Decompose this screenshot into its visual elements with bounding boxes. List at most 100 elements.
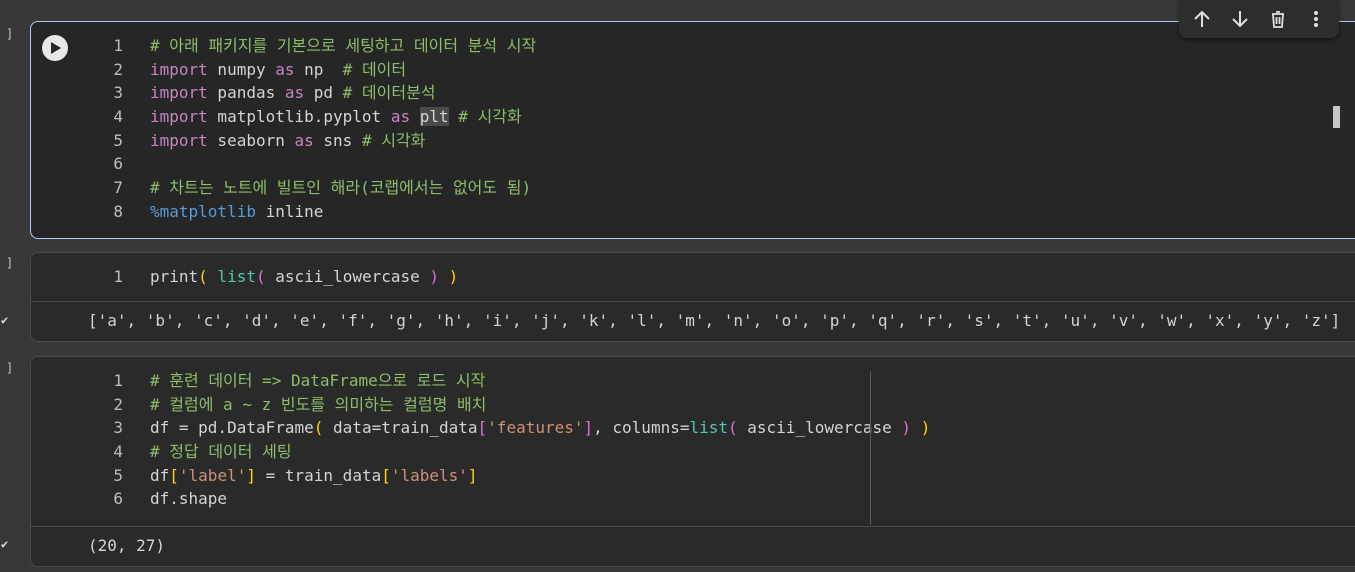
code-token: # 시각화 — [361, 130, 426, 150]
cell-output: (20, 27) — [31, 526, 1355, 568]
line-source: # 컬럼에 a ~ z 빈도를 의미하는 컬럼명 배치 — [150, 393, 486, 417]
code-token: as — [390, 107, 411, 127]
code-token: import — [150, 83, 208, 103]
arrow-down-icon — [1232, 11, 1248, 28]
line-source: df['label'] = train_data['labels'] — [150, 464, 478, 488]
code-token: 'features' — [487, 418, 584, 438]
line-source: # 정답 데이터 세팅 — [150, 440, 292, 464]
code-token: numpy — [207, 59, 276, 79]
code-token: [ — [169, 465, 179, 485]
code-token: pd — [304, 83, 343, 103]
code-token: # 시각화 — [458, 107, 522, 127]
code-token: sns — [313, 130, 362, 150]
line-number: 4 — [113, 107, 123, 127]
more-actions-button[interactable] — [1302, 5, 1330, 33]
code-token: inline — [255, 201, 324, 221]
cell-3-execution-bracket: ] — [6, 361, 14, 375]
code-token: %matplotlib — [150, 201, 256, 221]
code-token: # 훈련 데이터 => DataFrame으로 로드 시작 — [150, 371, 486, 390]
move-cell-up-button[interactable] — [1188, 5, 1216, 33]
line-number: 5 — [113, 130, 123, 150]
line-source: import pandas as pd # 데이터분석 — [150, 81, 436, 105]
code-token: 'labels' — [390, 465, 468, 485]
code-token: ] — [583, 418, 594, 438]
code-token: data=train_data — [323, 418, 478, 438]
code-token: ] — [246, 465, 256, 485]
code-token: # 데이터분석 — [342, 83, 436, 103]
line-number: 6 — [113, 489, 123, 509]
line-number: 7 — [113, 178, 123, 198]
line-source: # 훈련 데이터 => DataFrame으로 로드 시작 — [150, 369, 485, 393]
line-number: 2 — [113, 59, 123, 79]
move-cell-down-button[interactable] — [1226, 5, 1254, 33]
code-token: ( — [728, 418, 738, 438]
play-icon — [51, 42, 61, 54]
code-token: as — [284, 83, 305, 103]
line-number: 8 — [113, 201, 123, 221]
code-token: list — [689, 418, 728, 438]
code-token: seaborn — [207, 130, 295, 150]
code-token: matplotlib.pyplot — [207, 107, 391, 127]
line-number: 3 — [113, 83, 123, 103]
code-token: = train_data — [255, 465, 382, 485]
line-source: df = pd.DataFrame( data=train_data['feat… — [150, 416, 930, 440]
line-number: 5 — [113, 465, 123, 485]
cell-toolbar — [1179, 0, 1339, 38]
code-token: ] — [467, 465, 478, 485]
code-cell-2[interactable]: 1 print( list( ascii_lowercase ) ) ['a', … — [30, 252, 1355, 342]
code-token: print — [150, 267, 199, 286]
code-token: df.shape — [150, 489, 228, 509]
code-token: plt — [419, 107, 449, 127]
code-token: ( — [313, 418, 324, 438]
line-number: 4 — [113, 442, 123, 462]
run-cell-button[interactable] — [42, 35, 68, 61]
cell-output: ['a', 'b', 'c', 'd', 'e', 'f', 'g', 'h',… — [31, 301, 1355, 343]
line-source: print( list( ascii_lowercase ) ) — [150, 265, 458, 289]
code-token: ) — [429, 267, 440, 286]
line-number: 6 — [113, 154, 123, 174]
code-token: ) — [920, 418, 931, 438]
cell-1-execution-bracket: ] — [6, 27, 14, 41]
code-token: import — [150, 130, 208, 150]
line-source: # 차트는 노트에 빌트인 해라(코랩에서는 없어도 됨) — [150, 176, 531, 200]
code-token: 'label' — [178, 465, 247, 485]
code-token: ) — [448, 267, 459, 286]
more-vert-icon — [1314, 11, 1318, 27]
output-text: ['a', 'b', 'c', 'd', 'e', 'f', 'g', 'h',… — [88, 311, 1341, 330]
cell-2-success-check-icon: ✔ — [1, 313, 9, 327]
code-cell-3[interactable]: 1 # 훈련 데이터 => DataFrame으로 로드 시작 2 # 컬럼에 a ~… — [30, 356, 1355, 567]
code-token: , columns= — [593, 418, 690, 438]
line-source: import matplotlib.pyplot as plt # 시각화 — [150, 105, 522, 129]
line-source: %matplotlib inline — [150, 200, 323, 224]
code-token: ( — [198, 267, 208, 286]
line-source: import seaborn as sns # 시각화 — [150, 129, 425, 153]
editor-scrollbar-thumb[interactable] — [1333, 106, 1340, 128]
code-token: df = pd.DataFrame — [150, 418, 314, 438]
code-token: pandas — [207, 83, 285, 103]
line-source: import numpy as np # 데이터 — [150, 58, 406, 82]
code-token: # 컬럼에 a ~ z 빈도를 의미하는 컬럼명 배치 — [150, 394, 487, 414]
code-token: # 차트는 노트에 빌트인 해라(코랩에서는 없어도 됨) — [150, 178, 532, 198]
line-number: 1 — [113, 371, 123, 390]
delete-cell-button[interactable] — [1264, 5, 1292, 33]
line-source: df.shape — [150, 487, 227, 511]
code-token: np — [294, 59, 343, 79]
code-token: as — [294, 130, 314, 150]
code-token: # 아래 패키지를 기본으로 세팅하고 데이터 분석 시작 — [150, 36, 537, 55]
code-cell-1[interactable]: 1 # 아래 패키지를 기본으로 세팅하고 데이터 분석 시작 2 import nu… — [30, 21, 1355, 239]
code-token: [ — [477, 418, 488, 438]
code-token: list — [217, 267, 256, 286]
line-number: 1 — [113, 36, 123, 55]
code-token: # 정답 데이터 세팅 — [150, 442, 292, 462]
output-text: (20, 27) — [88, 536, 166, 555]
code-token: import — [150, 107, 208, 127]
code-token: ascii_lowercase — [737, 418, 902, 438]
trash-icon — [1272, 11, 1284, 28]
code-token: df — [150, 465, 170, 485]
code-token: as — [275, 59, 295, 79]
code-token: [ — [381, 465, 391, 485]
